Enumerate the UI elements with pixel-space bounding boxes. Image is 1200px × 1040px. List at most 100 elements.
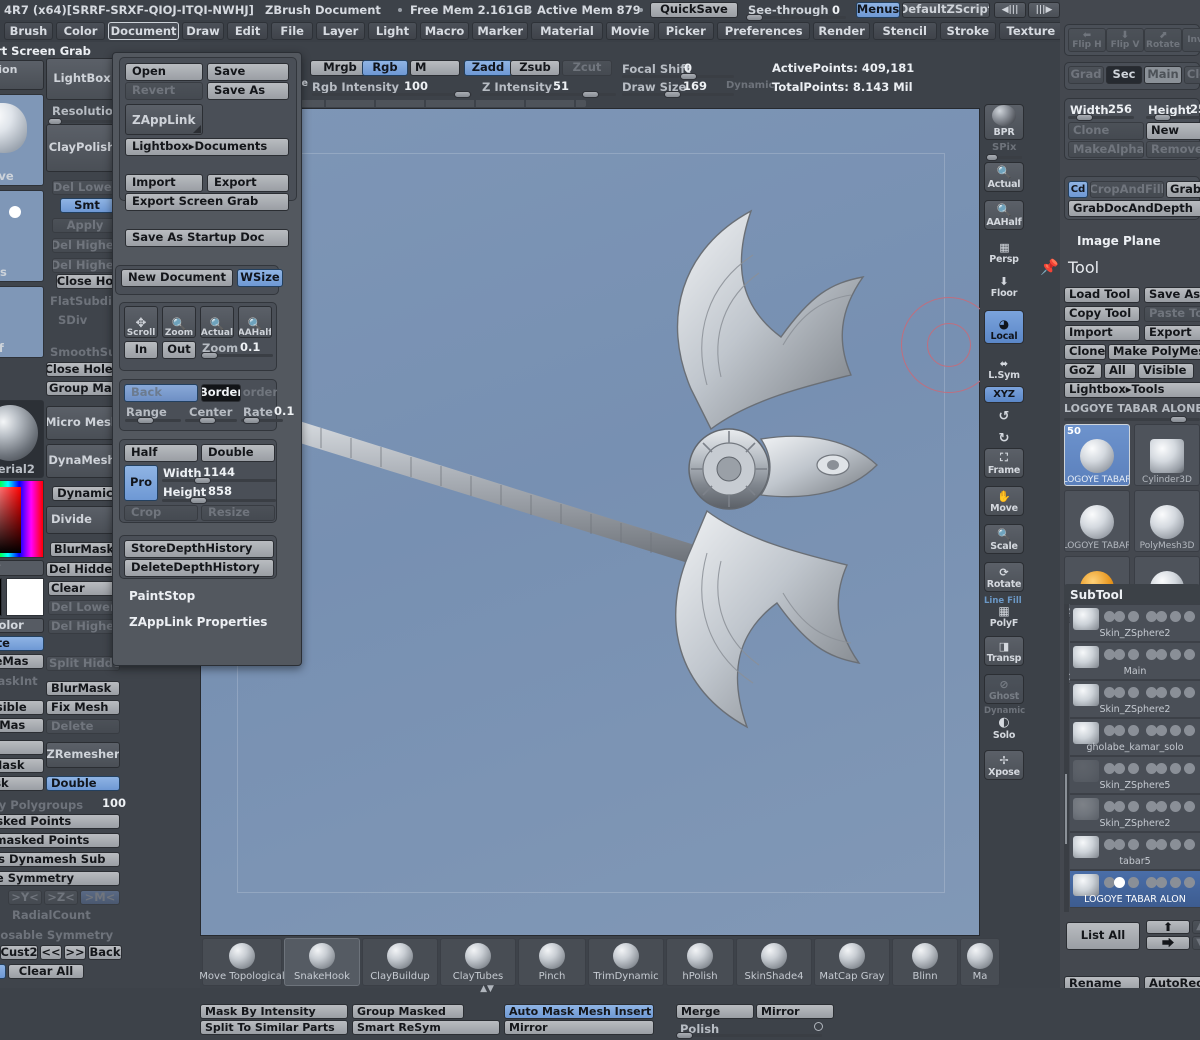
tool-thumbnail[interactable]: LOGOYE TABAR [1064,490,1130,552]
menu-import-button[interactable]: Import [125,174,203,192]
close-holes-button[interactable]: Close Holes [46,362,118,377]
magnet-icon[interactable] [1170,877,1181,888]
rgb-intensity-slider[interactable] [312,91,472,98]
shelf-item[interactable]: Pinch [518,938,586,986]
shelf-item[interactable]: hPolish [666,938,734,986]
grad-button[interactable]: Grad [1068,66,1104,84]
magnet-icon[interactable] [1170,763,1181,774]
rotate-z-icon[interactable]: ↻ [984,428,1024,450]
polypaint-icon[interactable] [1128,763,1139,774]
menu-export-button[interactable]: Export [207,174,289,192]
flip-v-button[interactable]: ⬇ Flip V [1106,28,1144,52]
del-lower2-button[interactable]: Del Lower [48,600,118,615]
del-higher-button[interactable]: Del Higher [52,238,118,253]
arrow-icon[interactable] [1184,839,1195,850]
magnet-icon[interactable] [1170,839,1181,850]
subtool-extra-down-icon[interactable]: ▼ [1192,936,1200,950]
transparency-icon[interactable] [1156,877,1167,888]
shelf-item[interactable]: MatCap Gray [814,938,890,986]
grow-mask-button[interactable]: Mask [0,776,44,791]
remove-alpha-button[interactable]: Remove [1146,141,1200,158]
menu-paint-stop-label[interactable]: PaintStop [129,589,195,603]
apply-button[interactable]: Apply [52,218,118,233]
mirror-left-button[interactable]: Mirror [504,1020,654,1035]
menu-item-stroke[interactable]: Stroke [939,22,996,40]
subtool-scrollbar[interactable] [1064,604,1069,912]
visibility-icon-2[interactable] [1114,763,1125,774]
menu-crop-button[interactable]: Crop [124,505,198,521]
goz-visible-button[interactable]: Visible [1138,363,1194,379]
tool-thumbnail[interactable]: PolyMesh3D [1134,490,1200,552]
shelf-item[interactable]: Ma [960,938,1000,986]
menu-actual-button[interactable]: 🔍 Actual [200,306,234,338]
focal-shift-slider[interactable] [622,73,734,80]
keep-visible-button[interactable]: pVisible [0,700,44,715]
masked-points-button[interactable]: Masked Points [0,814,120,829]
menu-save-as-startup-doc-button[interactable]: Save As Startup Doc [125,229,289,247]
grab-doc-and-depth-button[interactable]: GrabDocAndDepth [1068,200,1200,217]
copy-tool-button[interactable]: Copy Tool [1064,306,1140,322]
visibility-icon-2[interactable] [1114,725,1125,736]
transparency-icon[interactable] [1156,801,1167,812]
mirror-right-button[interactable]: Mirror [756,1004,834,1019]
shelf-item[interactable]: ClayTubes [440,938,516,986]
menu-open-button[interactable]: Open [125,63,203,81]
solo-button[interactable]: ◐ Solo [984,712,1024,742]
scroll-left-icon[interactable]: ◀||| [994,2,1026,18]
load-tool-button[interactable]: Load Tool [1064,287,1140,303]
group-as-dynamesh-sub-button[interactable]: p As Dynamesh Sub [0,852,120,867]
rgb-button[interactable]: Rgb [362,60,408,76]
document-canvas[interactable] [200,108,997,936]
frame-button[interactable]: ⛶ Frame [984,448,1024,478]
xyz-button[interactable]: XYZ [984,386,1024,403]
list-all-button[interactable]: List All [1066,922,1140,950]
alternate-button[interactable]: rnate [0,636,44,651]
visibility-icon-2[interactable] [1114,877,1125,888]
m-button[interactable]: M [410,60,460,76]
menu-item-edit[interactable]: Edit [226,22,269,40]
smt-toggle[interactable]: Smt [60,198,114,213]
switch-color-button[interactable]: chColor [0,618,44,633]
menu-item-macro[interactable]: Macro [420,22,469,40]
import-tool-button[interactable]: Import [1064,325,1140,341]
menu-item-stencil[interactable]: Stencil [872,22,937,40]
symmetry-y-button[interactable]: >Y< [8,890,42,905]
menu-lightbox-documents-button[interactable]: Lightbox▸Documents [125,138,289,156]
material-preview[interactable]: Material2 [0,400,44,478]
activate-symmetry-button[interactable]: rate Symmetry [0,871,120,886]
subtool-row[interactable]: Skin_ZSphere5 [1070,756,1200,794]
persp-button[interactable]: ▦ Persp [984,236,1024,266]
del-lower-button[interactable]: Del Lower [52,180,118,195]
export-tool-button[interactable]: Export [1144,325,1200,341]
save-tool-as-button[interactable]: Save As [1144,287,1200,303]
alpha-rotate-button[interactable]: ⬈ Rotate [1144,28,1182,52]
split-hidden-button[interactable]: Split Hidden [46,656,120,671]
delete-button[interactable]: Delete [46,719,120,734]
rotate-y-icon[interactable]: ↺ [984,406,1024,428]
symmetry-z-button[interactable]: >Z< [44,890,78,905]
scroll-right-icon[interactable]: |||▶ [1028,2,1060,18]
blurmask-button[interactable]: BlurMask [50,542,118,557]
polypaint-icon[interactable] [1128,725,1139,736]
visibility-icon-2[interactable] [1114,649,1125,660]
menu-pro-button[interactable]: Pro [124,465,158,501]
polypaint-icon[interactable] [1128,839,1139,850]
brush-preview-move[interactable]: Move [0,94,44,186]
transparency-icon[interactable] [1156,763,1167,774]
primary-color-swatch[interactable] [6,578,44,616]
subtool-row[interactable]: Main [1070,642,1200,680]
cd-button[interactable]: Cd [1068,181,1088,198]
menu-aahalf-button[interactable]: 🔍 AAHalf [238,306,272,338]
transparency-icon[interactable] [1156,649,1167,660]
main-button[interactable]: Main [1144,66,1182,84]
subtool-row[interactable]: Skin_ZSphere2 [1070,680,1200,718]
alpha-width-slider[interactable] [1068,114,1134,121]
mrgb-button[interactable]: Mrgb [310,60,370,76]
menu-item-movie[interactable]: Movie [605,22,655,40]
dynamic-button[interactable]: Dynamic [52,486,118,501]
visibility-icon-2[interactable] [1114,839,1125,850]
rotate-view-button[interactable]: ⟳ Rotate [984,562,1024,592]
transparency-icon[interactable] [1156,725,1167,736]
fix-mesh-button[interactable]: Fix Mesh [46,700,120,715]
lightbox-button[interactable]: LightBox [46,58,118,100]
